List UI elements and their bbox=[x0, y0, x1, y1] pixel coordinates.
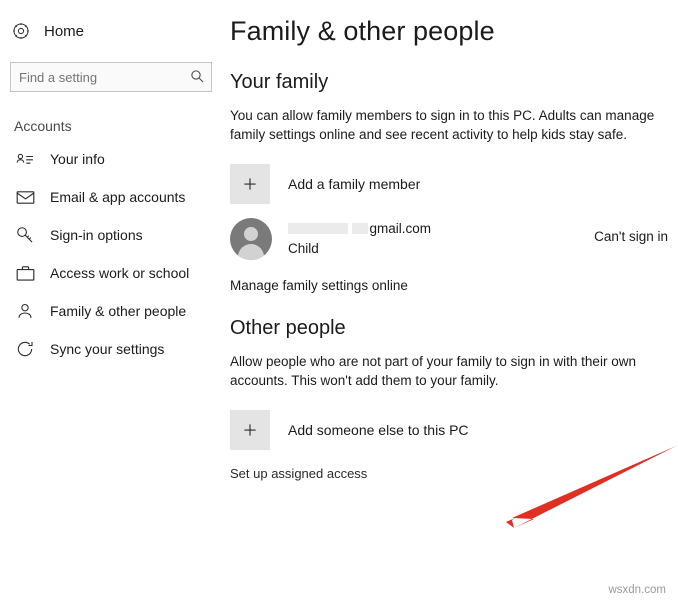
manage-family-settings-link[interactable]: Manage family settings online bbox=[230, 278, 668, 293]
sidebar-section-accounts: Accounts bbox=[14, 118, 72, 134]
add-someone-else-label: Add someone else to this PC bbox=[288, 422, 469, 438]
settings-window: Home Accounts Your info bbox=[0, 0, 678, 602]
account-name-redacted bbox=[288, 220, 348, 237]
sidebar-item-label: Email & app accounts bbox=[50, 189, 186, 205]
person-badge-icon bbox=[14, 148, 36, 170]
plus-icon bbox=[230, 410, 270, 450]
family-account-info: gmail.com Child bbox=[288, 221, 431, 257]
add-family-member-label: Add a family member bbox=[288, 176, 421, 192]
sidebar-item-access-work-school[interactable]: Access work or school bbox=[0, 254, 222, 292]
main-content: Family & other people Your family You ca… bbox=[222, 0, 678, 602]
sidebar-item-label: Sign-in options bbox=[50, 227, 143, 243]
your-family-heading: Your family bbox=[230, 71, 329, 93]
sidebar-item-label: Sync your settings bbox=[50, 341, 165, 357]
sidebar-item-home[interactable]: Home bbox=[0, 14, 222, 48]
set-up-assigned-access-link[interactable]: Set up assigned access bbox=[230, 466, 668, 481]
add-family-member-button[interactable]: Add a family member bbox=[230, 164, 668, 204]
avatar-icon bbox=[230, 218, 272, 260]
other-people-description: Allow people who are not part of your fa… bbox=[230, 354, 636, 388]
watermark: wsxdn.com bbox=[608, 584, 666, 596]
account-status: Can't sign in bbox=[594, 229, 668, 244]
sync-icon bbox=[14, 338, 36, 360]
other-people-heading: Other people bbox=[230, 317, 346, 339]
your-family-description: You can allow family members to sign in … bbox=[230, 108, 655, 142]
sidebar-item-label: Access work or school bbox=[50, 265, 190, 281]
sidebar-item-your-info[interactable]: Your info bbox=[0, 140, 222, 178]
briefcase-icon bbox=[14, 262, 36, 284]
person-icon bbox=[14, 300, 36, 322]
gear-icon bbox=[10, 20, 32, 42]
sidebar-item-sync-your-settings[interactable]: Sync your settings bbox=[0, 330, 222, 368]
sidebar: Home Accounts Your info bbox=[0, 0, 222, 602]
sidebar-item-label: Your info bbox=[50, 151, 105, 167]
search-box[interactable] bbox=[10, 62, 212, 92]
family-account-row[interactable]: gmail.com Child Can't sign in bbox=[230, 218, 668, 260]
account-role: Child bbox=[288, 241, 319, 256]
page-title: Family & other people bbox=[230, 16, 495, 46]
sidebar-item-email-app-accounts[interactable]: Email & app accounts bbox=[0, 178, 222, 216]
account-email-redacted bbox=[352, 223, 369, 235]
add-someone-else-button[interactable]: Add someone else to this PC bbox=[230, 410, 668, 450]
sidebar-home-label: Home bbox=[44, 22, 85, 40]
account-email: gmail.com bbox=[369, 221, 431, 236]
key-icon bbox=[14, 224, 36, 246]
search-input[interactable] bbox=[10, 62, 212, 92]
envelope-icon bbox=[14, 186, 36, 208]
sidebar-item-sign-in-options[interactable]: Sign-in options bbox=[0, 216, 222, 254]
plus-icon bbox=[230, 164, 270, 204]
sidebar-item-family-other-people[interactable]: Family & other people bbox=[0, 292, 222, 330]
sidebar-item-label: Family & other people bbox=[50, 303, 187, 319]
